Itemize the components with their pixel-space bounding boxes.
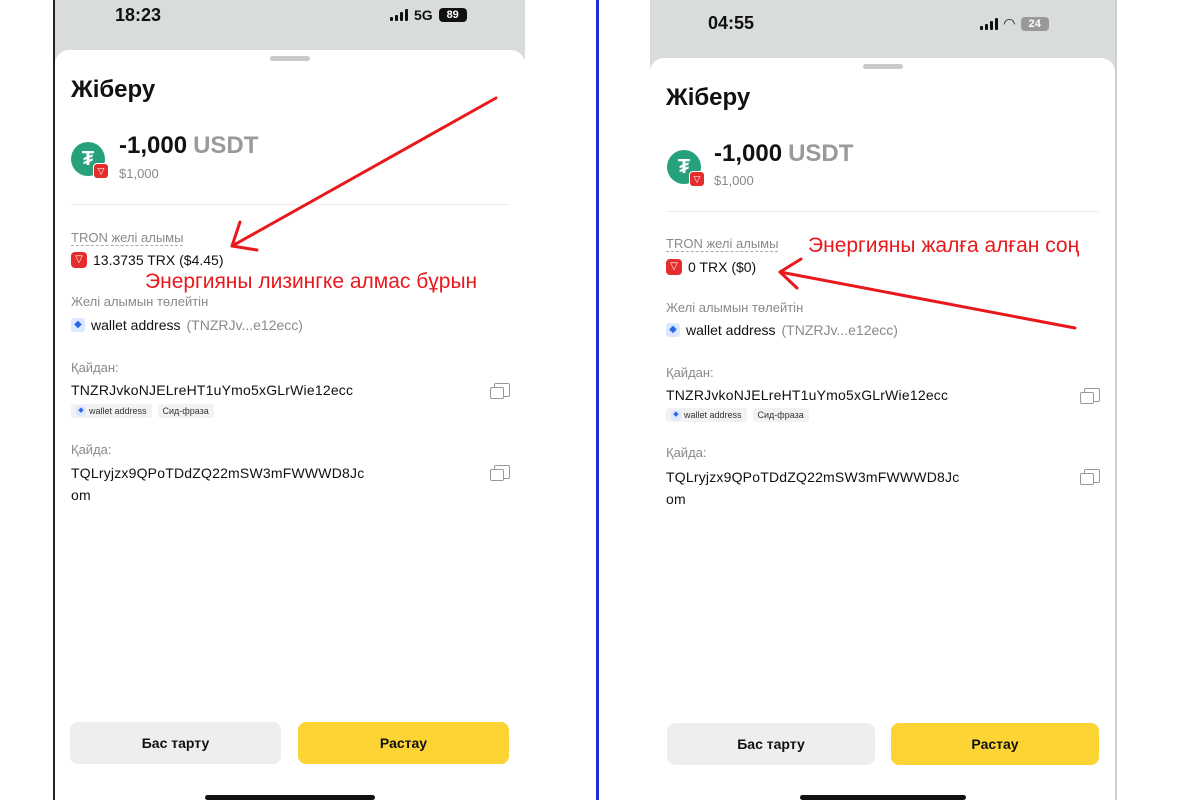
left-arrow-head [230, 220, 259, 252]
left-annotation-arrow [230, 96, 498, 248]
right-annotation-text: Энергияны жалға алған соң [808, 234, 1080, 257]
annotation-arrows [230, 96, 1077, 330]
left-annotation-text: Энергияны лизингке алмас бұрын [145, 270, 478, 293]
right-annotation-arrow [778, 270, 1077, 330]
